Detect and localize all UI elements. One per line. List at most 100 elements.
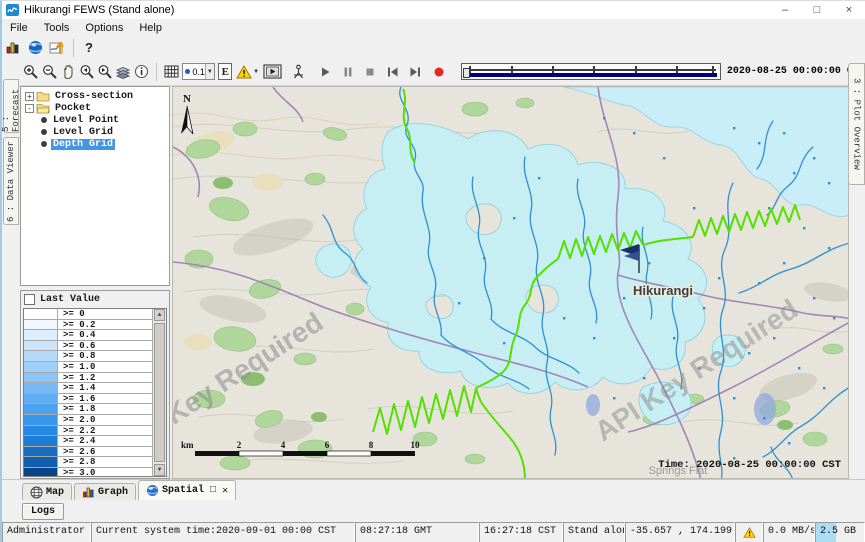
legend-button[interactable]: E: [217, 61, 234, 83]
scroll-thumb[interactable]: [154, 323, 165, 462]
bar-chart-icon: [82, 486, 95, 498]
status-coordinates: -35.657 , 174.199: [625, 522, 735, 542]
expand-icon[interactable]: +: [25, 92, 34, 101]
layers-icon: [115, 65, 131, 79]
map-view[interactable]: Hikurangi Springs Flat API Key Required …: [172, 86, 849, 479]
color-swatch: [24, 362, 58, 372]
info-button[interactable]: [133, 61, 151, 83]
menu-help[interactable]: Help: [131, 20, 170, 36]
animation-button[interactable]: [263, 61, 282, 83]
bullet-icon: [41, 129, 47, 135]
menu-tools[interactable]: Tools: [36, 20, 78, 36]
legend-row: >= 0: [24, 309, 152, 320]
undock-tab-icon[interactable]: □: [210, 485, 216, 496]
timeline-period-bar: [465, 73, 717, 77]
scroll-up-icon[interactable]: ▲: [154, 309, 165, 321]
zoom-next-button[interactable]: [96, 61, 114, 83]
legend-row: >= 0.2: [24, 320, 152, 331]
sidebar-tab-data-viewer[interactable]: 6 : Data Viewer: [3, 137, 19, 225]
step-forward-button[interactable]: [406, 61, 424, 83]
skip-end-icon: [409, 66, 422, 78]
globe-icon: [28, 40, 43, 55]
pause-icon: [342, 66, 354, 78]
logs-button[interactable]: Logs: [22, 503, 64, 520]
color-swatch: [24, 426, 58, 436]
movie-icon: [263, 64, 282, 79]
warnings-dropdown[interactable]: ▼: [236, 63, 261, 80]
toolbar-separator: [156, 63, 157, 81]
help-button[interactable]: ?: [79, 40, 99, 55]
tree-node-level-grid[interactable]: Level Grid: [39, 126, 169, 138]
legend-row: >= 2.6: [24, 447, 152, 458]
zoom-out-button[interactable]: [40, 61, 58, 83]
map-display-button[interactable]: [24, 37, 46, 59]
precision-value: 0.1: [192, 67, 205, 77]
sidebar-tab-plot-overview[interactable]: 3 : Plot Overview: [848, 63, 865, 185]
app-logo-icon: [6, 4, 19, 16]
grid-display-button[interactable]: [162, 61, 180, 83]
legend-row: >= 2.4: [24, 436, 152, 447]
scroll-down-icon[interactable]: ▼: [154, 464, 165, 476]
bullet-icon: [41, 141, 47, 147]
svg-text:km: km: [181, 440, 194, 450]
wire-globe-icon: [30, 486, 43, 499]
layers-button[interactable]: [114, 61, 132, 83]
timeline-thumb[interactable]: [463, 68, 470, 78]
zoom-previous-button[interactable]: [77, 61, 95, 83]
timeline-slider[interactable]: [461, 63, 721, 80]
color-swatch: [24, 436, 58, 446]
last-value-checkbox[interactable]: [24, 294, 35, 305]
zoom-out-icon: [42, 64, 58, 80]
collapse-icon[interactable]: -: [25, 104, 34, 113]
logs-row: Logs: [2, 500, 865, 522]
adjust-time-button[interactable]: [290, 61, 308, 83]
legend-scrollbar[interactable]: ▲ ▼: [152, 309, 166, 476]
svg-text:10: 10: [411, 440, 421, 450]
tree-node-depth-grid[interactable]: Depth Grid: [39, 138, 169, 150]
folder-open-icon: [36, 103, 50, 114]
status-local-time: 16:27:18 CST: [479, 522, 563, 542]
zoom-in-button[interactable]: [22, 61, 40, 83]
tree-node-pocket[interactable]: - Pocket: [25, 102, 169, 114]
pause-button[interactable]: [339, 61, 357, 83]
window-title: Hikurangi FEWS (Stand alone): [24, 4, 174, 16]
legend-row: >= 1.2: [24, 373, 152, 384]
tab-graph[interactable]: Graph: [74, 483, 136, 500]
status-system-time: Current system time:2020-09-01 00:00 CST: [91, 522, 355, 542]
logs-display-button[interactable]: [2, 37, 24, 59]
toolbar-separator: [73, 39, 74, 57]
maximize-button[interactable]: □: [801, 1, 833, 19]
tab-map[interactable]: Map: [22, 483, 72, 500]
precision-dot-icon: [185, 69, 190, 74]
status-mode: Stand alone: [563, 522, 625, 542]
display-tab-bar: Map Graph Spatial □ ✕: [2, 479, 865, 500]
close-tab-icon[interactable]: ✕: [222, 485, 228, 497]
zoom-in-icon: [23, 64, 39, 80]
step-back-button[interactable]: [383, 61, 401, 83]
color-swatch: [24, 468, 58, 476]
minimize-button[interactable]: –: [769, 1, 801, 19]
tree-node-cross-section[interactable]: + Cross-section: [25, 90, 169, 102]
stop-button[interactable]: [361, 61, 379, 83]
tab-spatial[interactable]: Spatial □ ✕: [138, 480, 236, 500]
color-swatch: [24, 383, 58, 393]
pan-button[interactable]: [59, 61, 77, 83]
svg-text:8: 8: [369, 440, 374, 450]
status-warning[interactable]: [735, 522, 763, 542]
menu-options[interactable]: Options: [77, 20, 131, 36]
svg-text:6: 6: [325, 440, 330, 450]
legend-row: >= 2.2: [24, 426, 152, 437]
play-button[interactable]: [316, 61, 334, 83]
tree-node-level-point[interactable]: Level Point: [39, 114, 169, 126]
menu-file[interactable]: File: [2, 20, 36, 36]
record-button[interactable]: [430, 61, 448, 83]
status-memory: 2.5 GB: [815, 522, 865, 542]
color-swatch: [24, 309, 58, 319]
close-button[interactable]: ×: [833, 1, 865, 19]
timeseries-display-button[interactable]: [46, 37, 68, 59]
sidebar-tab-forecast[interactable]: 5 : Forecast: [3, 79, 19, 133]
color-swatch: [24, 341, 58, 351]
status-bar: Administrator Current system time:2020-0…: [2, 522, 865, 542]
legend-row: >= 3.0: [24, 468, 152, 476]
precision-dropdown[interactable]: 0.1 ▼: [182, 63, 215, 80]
